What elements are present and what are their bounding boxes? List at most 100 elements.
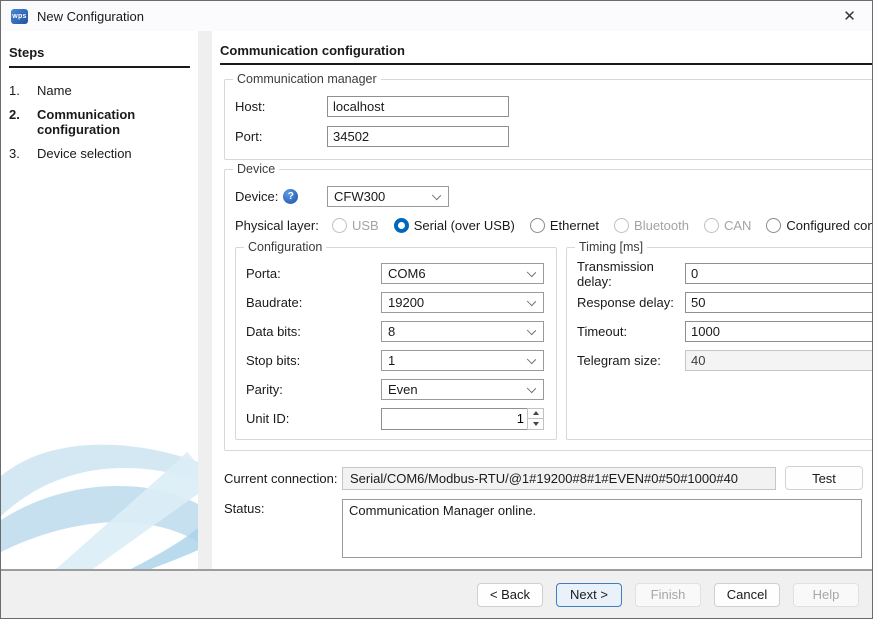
unit-id-label: Unit ID: <box>246 411 381 426</box>
data-bits-row: Data bits: 8 <box>246 321 544 342</box>
current-connection-value: Serial/COM6/Modbus-RTU/@1#19200#8#1#EVEN… <box>342 467 776 490</box>
test-button[interactable]: Test <box>785 466 863 490</box>
sidebar-content-divider <box>198 31 212 569</box>
spinner-down-icon[interactable] <box>527 419 544 430</box>
device-select[interactable]: CFW300 <box>327 186 449 207</box>
radio-label: USB <box>352 218 379 233</box>
radio-circle-icon <box>394 218 409 233</box>
radio-circle-icon <box>704 218 719 233</box>
port-input[interactable] <box>327 126 509 147</box>
radio-circle-icon <box>614 218 629 233</box>
chevron-down-icon <box>527 297 536 306</box>
chevron-down-icon <box>527 355 536 364</box>
response-delay-label: Response delay: <box>577 295 685 310</box>
radio-label: Serial (over USB) <box>414 218 515 233</box>
response-delay-row: Response delay: <box>577 292 873 313</box>
page-title: Communication configuration <box>220 43 873 65</box>
data-bits-select[interactable]: 8 <box>381 321 544 342</box>
step-number: 3. <box>9 146 37 161</box>
radio-label: CAN <box>724 218 751 233</box>
baudrate-select[interactable]: 19200 <box>381 292 544 313</box>
parity-select-value: Even <box>388 382 418 397</box>
title-bar: wps New Configuration ✕ <box>1 1 872 31</box>
host-input[interactable] <box>327 96 509 117</box>
telegram-size-label: Telegram size: <box>577 353 685 368</box>
configuration-group: Configuration Porta: COM6 Baudrate: 19 <box>235 247 557 440</box>
telegram-size-input <box>685 350 873 371</box>
timing-group: Timing [ms] Transmission delay: Response… <box>566 247 873 440</box>
step-label: Communication configuration <box>37 107 162 137</box>
steps-sidebar: Steps 1. Name 2. Communication configura… <box>1 31 198 569</box>
physical-layer-label: Physical layer: <box>235 218 332 233</box>
porta-row: Porta: COM6 <box>246 263 544 284</box>
step-item-communication-configuration: 2. Communication configuration <box>9 107 190 137</box>
chevron-down-icon <box>527 268 536 277</box>
unit-id-stepper <box>381 408 544 430</box>
steps-heading: Steps <box>9 45 190 68</box>
status-label: Status: <box>224 499 342 516</box>
radio-circle-icon <box>332 218 347 233</box>
radio-serial-over-usb[interactable]: Serial (over USB) <box>394 218 515 233</box>
cancel-button[interactable]: Cancel <box>714 583 780 607</box>
transmission-delay-label: Transmission delay: <box>577 259 685 289</box>
group-title: Timing [ms] <box>575 240 647 254</box>
baudrate-row: Baudrate: 19200 <box>246 292 544 313</box>
radio-label: Ethernet <box>550 218 599 233</box>
timeout-input[interactable] <box>685 321 873 342</box>
status-row: Status: Communication Manager online. <box>224 499 873 558</box>
parity-select[interactable]: Even <box>381 379 544 400</box>
help-icon[interactable]: ? <box>283 189 298 204</box>
response-delay-input[interactable] <box>685 292 873 313</box>
communication-manager-group: Communication manager Host: Port: <box>224 79 873 160</box>
step-item-device-selection: 3. Device selection <box>9 146 190 161</box>
stop-bits-label: Stop bits: <box>246 353 381 368</box>
radio-label: Configured connections <box>786 218 873 233</box>
porta-select-value: COM6 <box>388 266 426 281</box>
unit-id-row: Unit ID: <box>246 408 544 429</box>
close-icon[interactable]: ✕ <box>827 1 872 31</box>
radio-configured-connections[interactable]: Configured connections <box>766 218 873 233</box>
radio-label: Bluetooth <box>634 218 689 233</box>
radio-usb: USB <box>332 218 379 233</box>
window-title: New Configuration <box>37 9 144 24</box>
wps-logo-icon: wps <box>11 9 28 24</box>
wizard-button-bar: < Back Next > Finish Cancel Help <box>1 569 872 618</box>
radio-bluetooth: Bluetooth <box>614 218 689 233</box>
next-button[interactable]: Next > <box>556 583 622 607</box>
porta-select[interactable]: COM6 <box>381 263 544 284</box>
timeout-label: Timeout: <box>577 324 685 339</box>
data-bits-label: Data bits: <box>246 324 381 339</box>
stop-bits-select[interactable]: 1 <box>381 350 544 371</box>
chevron-down-icon <box>432 191 441 200</box>
stop-bits-row: Stop bits: 1 <box>246 350 544 371</box>
port-row: Port: <box>235 126 873 147</box>
data-bits-select-value: 8 <box>388 324 395 339</box>
device-row: Device: ? CFW300 <box>235 186 873 207</box>
wizard-page-content: Communication configuration Communicatio… <box>212 31 873 569</box>
transmission-delay-input[interactable] <box>685 263 873 284</box>
radio-circle-icon <box>766 218 781 233</box>
transmission-delay-row: Transmission delay: <box>577 263 873 284</box>
current-connection-row: Current connection: Serial/COM6/Modbus-R… <box>224 466 873 490</box>
host-row: Host: <box>235 96 873 117</box>
parity-label: Parity: <box>246 382 381 397</box>
radio-circle-icon <box>530 218 545 233</box>
parity-row: Parity: Even <box>246 379 544 400</box>
chevron-down-icon <box>527 384 536 393</box>
radio-ethernet[interactable]: Ethernet <box>530 218 599 233</box>
port-label: Port: <box>235 129 327 144</box>
baudrate-select-value: 19200 <box>388 295 424 310</box>
unit-id-input[interactable] <box>381 408 527 430</box>
back-button[interactable]: < Back <box>477 583 543 607</box>
step-label: Device selection <box>37 146 162 161</box>
group-title: Configuration <box>244 240 326 254</box>
telegram-size-row: Telegram size: <box>577 350 873 371</box>
device-label: Device: <box>235 189 278 204</box>
baudrate-label: Baudrate: <box>246 295 381 310</box>
swoosh-watermark-graphic <box>1 424 198 569</box>
timeout-row: Timeout: <box>577 321 873 342</box>
porta-label: Porta: <box>246 266 381 281</box>
status-textarea[interactable]: Communication Manager online. <box>342 499 862 558</box>
spinner-up-icon[interactable] <box>527 408 544 420</box>
device-select-value: CFW300 <box>334 189 385 204</box>
